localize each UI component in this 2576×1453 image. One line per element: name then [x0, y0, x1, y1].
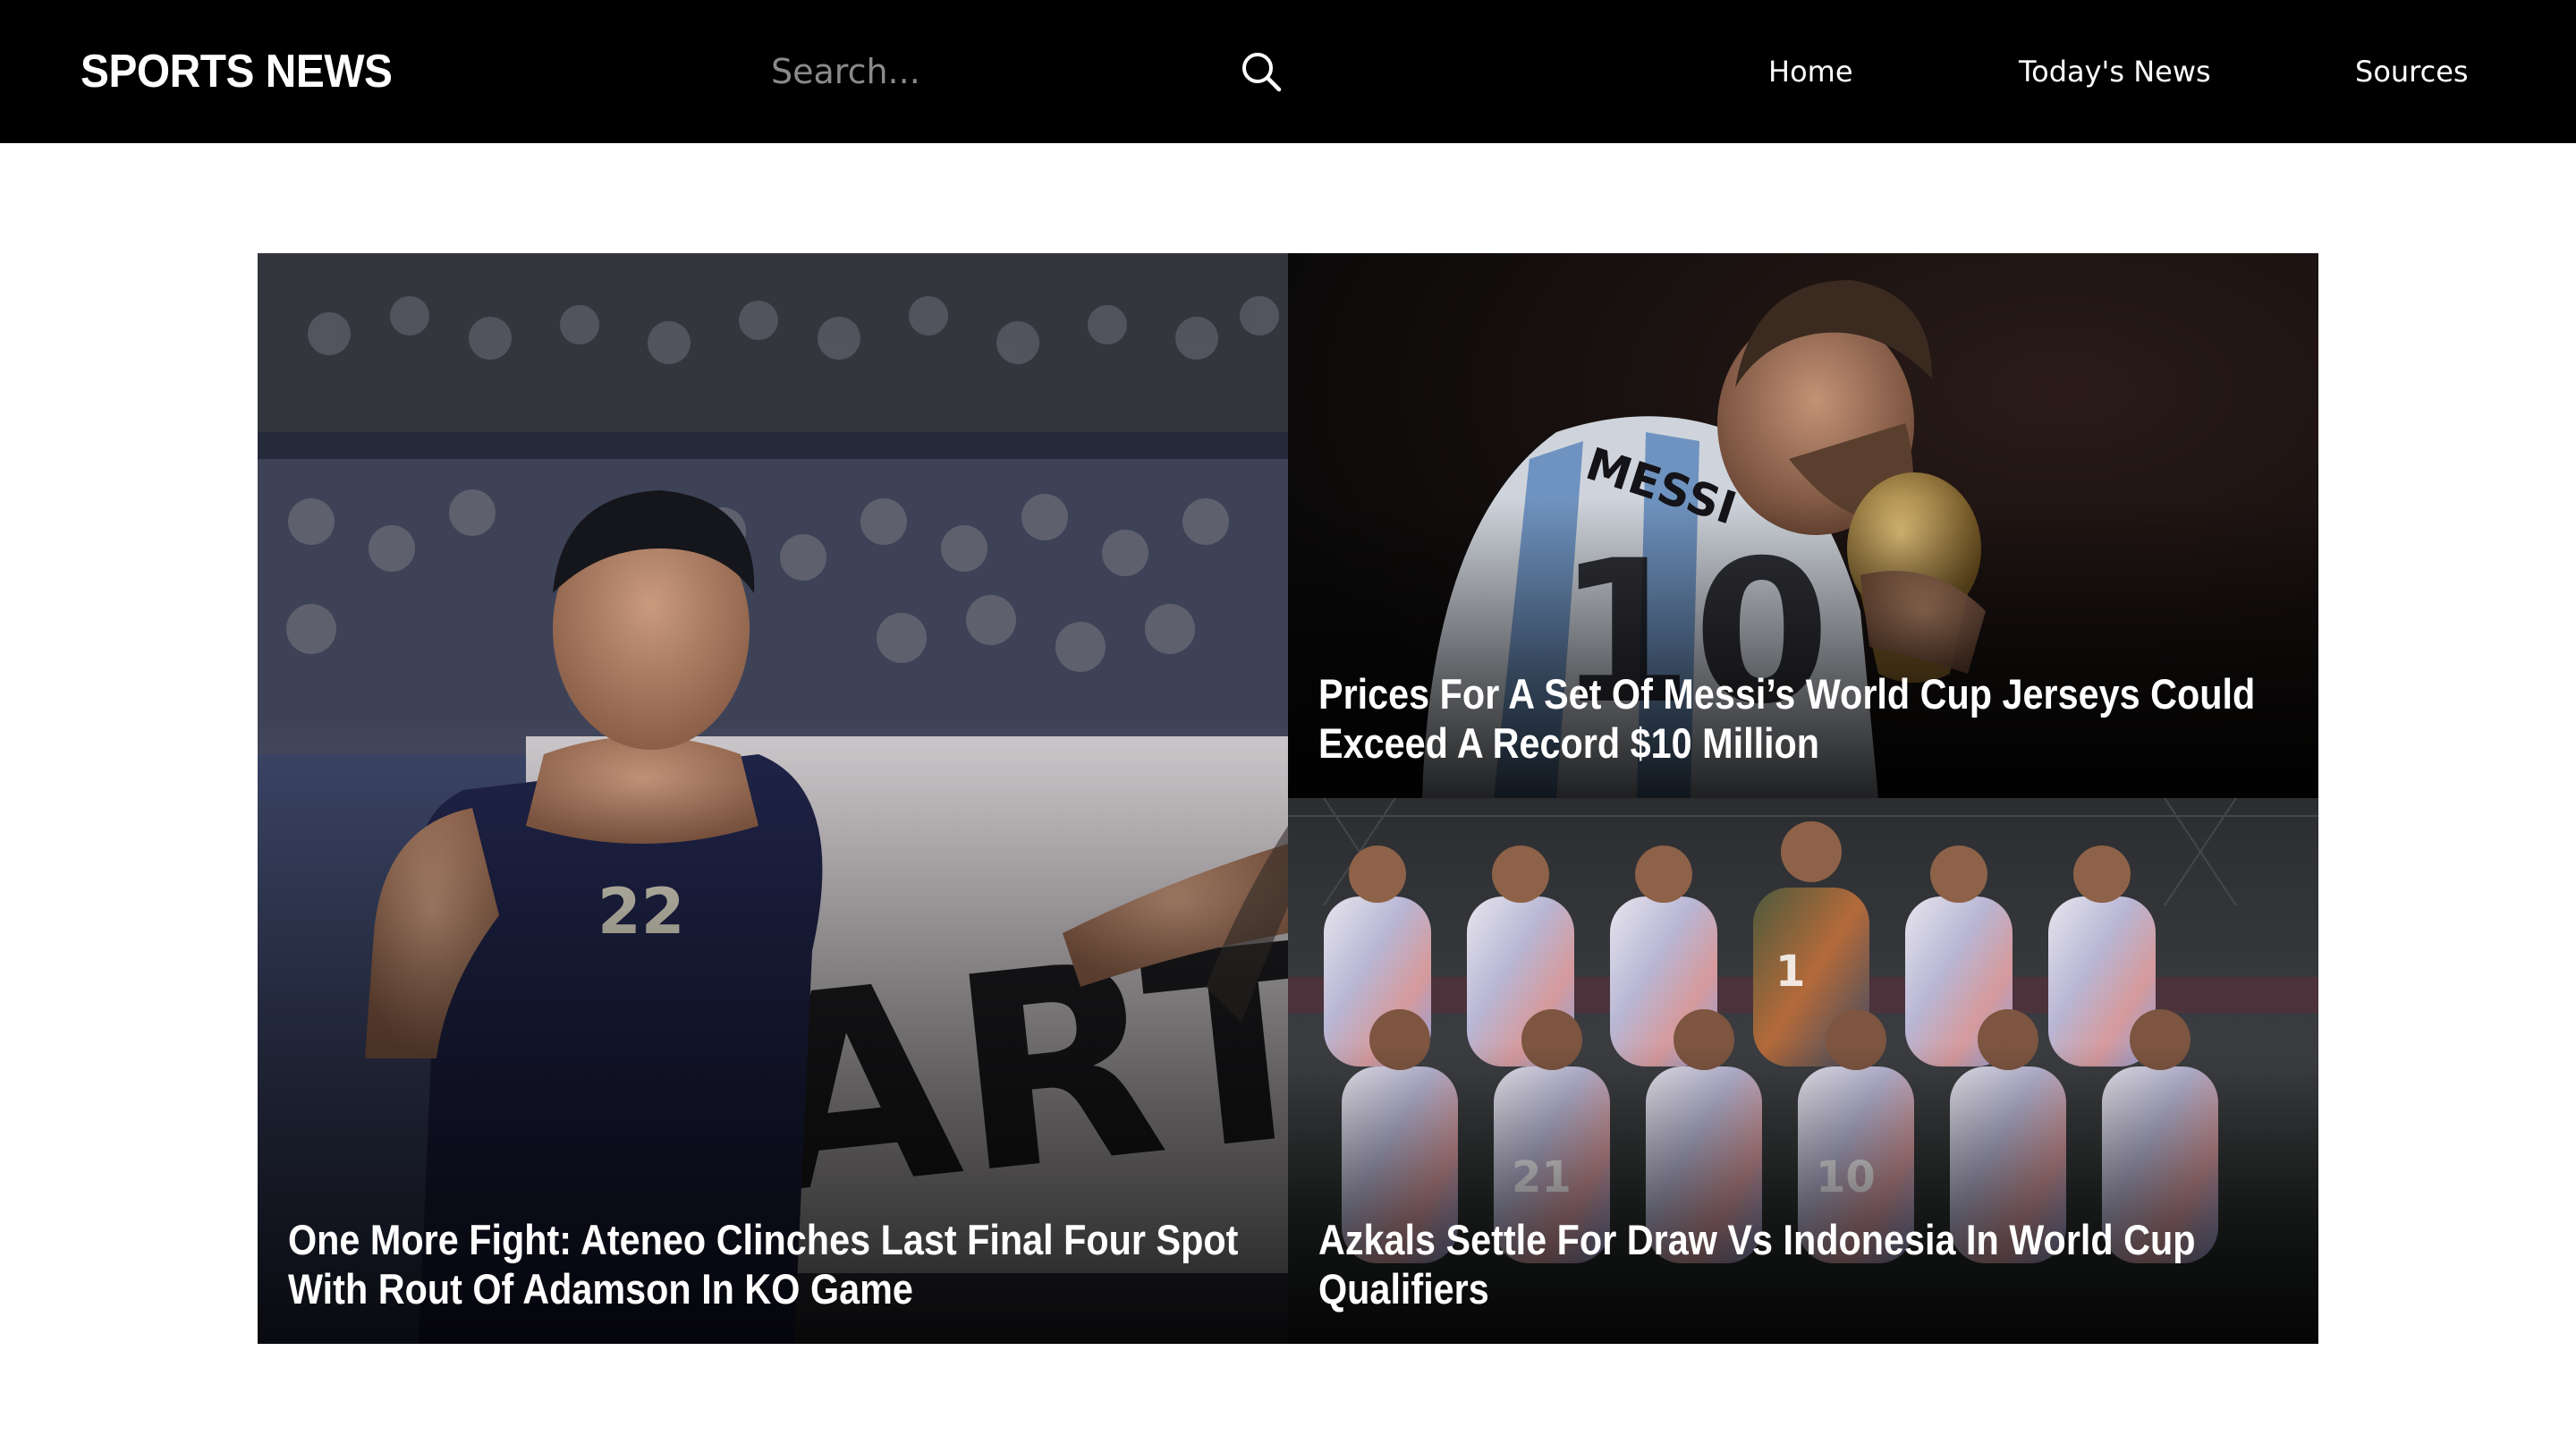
site-header: SPORTS NEWS Home Today's News Sources [0, 0, 2576, 143]
featured-news-grid: ARTER 22 One More Fight: Ateneo Clinches… [258, 253, 2318, 1344]
nav-home-link[interactable]: Home [1768, 0, 1853, 143]
featured-headline-bottom-right[interactable]: Azkals Settle For Draw Vs Indonesia In W… [1318, 1215, 2279, 1313]
featured-headline-main[interactable]: One More Fight: Ateneo Clinches Last Fin… [288, 1215, 1280, 1313]
search-input[interactable] [771, 36, 1218, 107]
search-bar [771, 36, 1290, 107]
site-logo[interactable]: SPORTS NEWS [80, 39, 393, 104]
featured-headline-top-right[interactable]: Prices For A Set Of Messi’s World Cup Je… [1318, 669, 2279, 768]
search-icon[interactable] [1240, 50, 1283, 93]
nav-todays-news-link[interactable]: Today's News [2019, 0, 2211, 143]
nav-sources-link[interactable]: Sources [2355, 0, 2469, 143]
featured-article-top-right[interactable]: 10 MESSI Prices For A Set Of Messi’s Wor… [1288, 253, 2318, 798]
featured-article-main[interactable]: ARTER 22 One More Fight: Ateneo Clinches… [258, 253, 1288, 1344]
svg-text:1: 1 [1775, 947, 1805, 997]
featured-article-bottom-right[interactable]: 1 21 10 Azkals Settle For Draw Vs Indone… [1288, 798, 2318, 1344]
